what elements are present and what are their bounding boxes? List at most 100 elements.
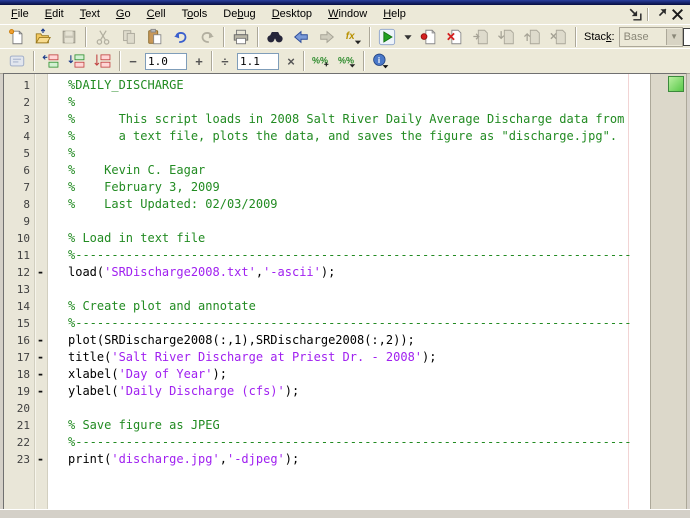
print-button[interactable] (228, 26, 254, 48)
decrement-value-button[interactable]: − (124, 52, 142, 70)
code-text: % (68, 95, 76, 109)
code-analyzer-bar (650, 74, 686, 511)
breakpoint-margin[interactable] (34, 162, 47, 179)
code-analyzer-status-indicator[interactable] (668, 76, 684, 92)
code-text: % Create plot and annotate (68, 299, 256, 313)
divide-value-button[interactable]: ÷ (216, 52, 234, 70)
line-number: 18 (16, 368, 30, 381)
menu-go[interactable]: Go (108, 6, 139, 23)
breakpoint-margin[interactable] (34, 111, 47, 128)
menu-edit[interactable]: Edit (37, 6, 72, 23)
multiply-value-button[interactable]: × (282, 52, 300, 70)
code-area[interactable]: 1 %DAILY_DISCHARGE 2% 3 % This script loads … (4, 74, 650, 511)
run-dropdown-button[interactable] (400, 26, 416, 48)
menu-cell[interactable]: Cell (139, 6, 174, 23)
code-line[interactable]: 13 (4, 281, 650, 298)
code-text: plot(SRDischarge2008(:,1),SRDischarge200… (68, 333, 415, 347)
code-line[interactable]: 18- xlabel('Day of Year'); (4, 366, 650, 383)
code-line[interactable]: 1 %DAILY_DISCHARGE (4, 77, 650, 94)
code-line[interactable]: 2% (4, 94, 650, 111)
menu-window[interactable]: Window (320, 6, 375, 23)
editor-pane[interactable]: 1 %DAILY_DISCHARGE 2% 3 % This script loads … (3, 73, 687, 512)
breakpoint-margin[interactable] (34, 298, 47, 315)
breakpoint-margin[interactable] (34, 400, 47, 417)
cell-menu-button[interactable]: %% (334, 50, 360, 72)
breakpoint-margin[interactable] (34, 213, 47, 230)
breakpoint-margin[interactable]: - (34, 349, 47, 366)
code-line[interactable]: 14 % Create plot and annotate (4, 298, 650, 315)
code-line[interactable]: 6 % Kevin C. Eagar (4, 162, 650, 179)
code-line[interactable]: 17- title('Salt River Discharge at Priest… (4, 349, 650, 366)
find-button[interactable] (262, 26, 288, 48)
code-text: xlabel('Day of Year'); (68, 367, 227, 381)
open-file-button[interactable] (30, 26, 56, 48)
code-line[interactable]: 19- ylabel('Daily Discharge (cfs)'); (4, 383, 650, 400)
code-line[interactable]: 16- plot(SRDischarge2008(:,1),SRDischarge… (4, 332, 650, 349)
breakpoint-margin[interactable]: - (34, 366, 47, 383)
toolbar-separator (119, 51, 121, 71)
set-clear-breakpoint-button[interactable] (416, 26, 442, 48)
code-line[interactable]: 12- load('SRDischarge2008.txt','-ascii'); (4, 264, 650, 281)
code-line[interactable]: 4 % a text file, plots the data, and save… (4, 128, 650, 145)
undock-icon[interactable] (652, 7, 669, 22)
chevron-down-icon: ▼ (665, 28, 682, 45)
cut-button (90, 26, 116, 48)
breakpoint-margin[interactable] (34, 230, 47, 247)
factor-value-input[interactable] (237, 52, 279, 70)
code-line[interactable]: 5% (4, 145, 650, 162)
menu-desktop[interactable]: Desktop (264, 6, 320, 23)
dock-icon[interactable] (627, 7, 644, 22)
undo-button[interactable] (168, 26, 194, 48)
code-line[interactable]: 22 %-------------------------------------… (4, 434, 650, 451)
code-line[interactable]: 10 % Load in text file (4, 230, 650, 247)
breakpoint-margin[interactable] (34, 281, 47, 298)
insert-cell-divider-button[interactable]: %% (308, 50, 334, 72)
new-file-button[interactable] (4, 26, 30, 48)
breakpoint-margin[interactable] (34, 179, 47, 196)
close-icon[interactable] (669, 7, 686, 22)
info-menu-button[interactable]: i (368, 50, 394, 72)
code-line[interactable]: 15 %-------------------------------------… (4, 315, 650, 332)
code-line[interactable]: 20 (4, 400, 650, 417)
menu-debug[interactable]: Debug (215, 6, 263, 23)
stack-dropdown[interactable]: Base ▼ (618, 26, 683, 47)
breakpoint-margin[interactable] (34, 128, 47, 145)
code-line[interactable]: 21 % Save figure as JPEG (4, 417, 650, 434)
breakpoint-margin[interactable] (34, 315, 47, 332)
paste-button[interactable] (142, 26, 168, 48)
code-line[interactable]: 23- print('discharge.jpg','-djpeg'); (4, 451, 650, 468)
function-browser-button[interactable]: fx (340, 26, 366, 48)
evaluate-file-button[interactable] (90, 50, 116, 72)
code-line[interactable]: 8 % Last Updated: 02/03/2009 (4, 196, 650, 213)
clear-all-breakpoints-button[interactable] (442, 26, 468, 48)
breakpoint-margin[interactable]: - (34, 451, 47, 468)
menu-help[interactable]: Help (375, 6, 414, 23)
menu-file[interactable]: File (3, 6, 37, 23)
increment-value-button[interactable]: + (190, 52, 208, 70)
breakpoint-margin[interactable]: - (34, 332, 47, 349)
window-tile-button[interactable] (682, 27, 690, 46)
code-line[interactable]: 3 % This script loads in 2008 Salt River … (4, 111, 650, 128)
evaluate-cell-button[interactable] (38, 50, 64, 72)
breakpoint-margin[interactable]: - (34, 383, 47, 400)
breakpoint-margin[interactable] (34, 94, 47, 111)
breakpoint-margin[interactable] (34, 434, 47, 451)
menu-text[interactable]: Text (72, 6, 108, 23)
breakpoint-margin[interactable] (34, 247, 47, 264)
menu-tools[interactable]: Tools (174, 6, 216, 23)
breakpoint-margin[interactable] (34, 417, 47, 434)
breakpoint-margin[interactable] (34, 77, 47, 94)
run-button[interactable] (374, 26, 400, 48)
line-number: 21 (16, 419, 30, 432)
code-line[interactable]: 11 %-------------------------------------… (4, 247, 650, 264)
breakpoint-margin[interactable] (34, 145, 47, 162)
breakpoint-margin[interactable]: - (34, 264, 47, 281)
code-line[interactable]: 9 (4, 213, 650, 230)
code-line[interactable]: 7 % February 3, 2009 (4, 179, 650, 196)
breakpoint-margin[interactable] (34, 196, 47, 213)
go-back-button[interactable] (288, 26, 314, 48)
increment-value-input[interactable] (145, 52, 187, 70)
evaluate-cell-advance-button[interactable] (64, 50, 90, 72)
